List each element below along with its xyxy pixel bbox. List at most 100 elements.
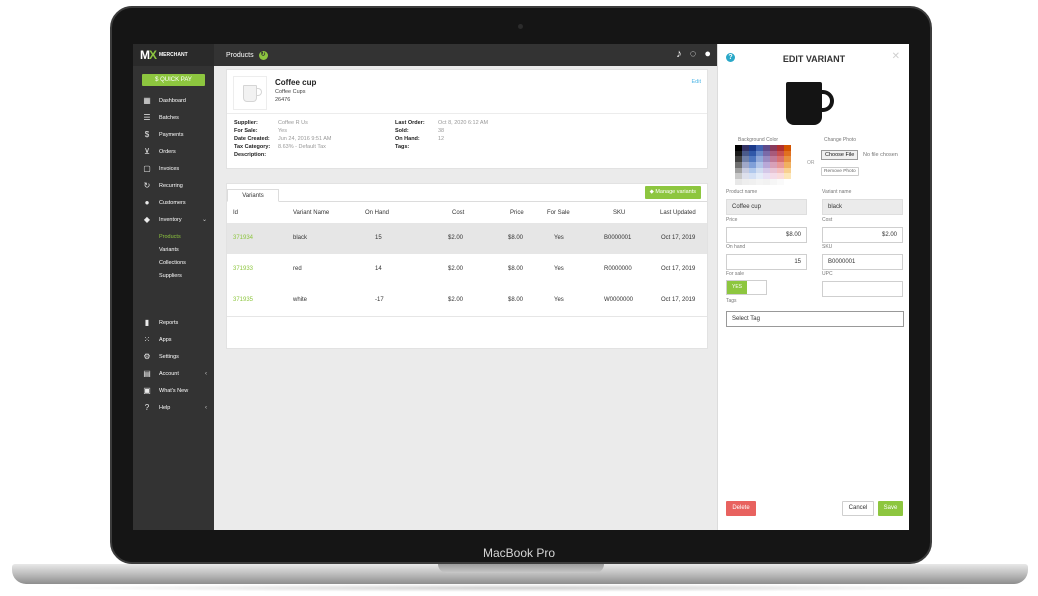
upc-input[interactable] bbox=[822, 281, 903, 297]
cost-input[interactable]: $2.00 bbox=[822, 227, 903, 243]
table-cell: $2.00 bbox=[448, 235, 464, 241]
sidebar-item-inventory[interactable]: ◆ Inventory ⌄ bbox=[133, 211, 214, 228]
sidebar-item-batches[interactable]: ☰ Batches bbox=[133, 109, 214, 126]
variant-id-link[interactable]: 371935 bbox=[233, 297, 253, 303]
table-row[interactable]: 371933 red 14 $2.00 $8.00 Yes R0000000 O… bbox=[227, 254, 707, 285]
column-header[interactable]: For Sale bbox=[547, 210, 570, 216]
column-header[interactable]: Cost bbox=[452, 210, 464, 216]
table-cell: red bbox=[293, 266, 302, 272]
refresh-badge-icon[interactable]: ↻ bbox=[258, 50, 268, 60]
sidebar-item-payments[interactable]: $ Payments bbox=[133, 126, 214, 143]
sidebar-item-recurring[interactable]: ↻ Recurring bbox=[133, 177, 214, 194]
sidebar-subitem-products[interactable]: Products bbox=[133, 231, 214, 244]
color-swatch[interactable] bbox=[784, 179, 791, 185]
sidebar-item-orders[interactable]: ⊻ Orders bbox=[133, 143, 214, 160]
color-swatch[interactable] bbox=[756, 179, 763, 185]
variant-id-link[interactable]: 371933 bbox=[233, 266, 253, 272]
sidebar: MX MERCHANT $ QUICK PAY ▦ Dashboard ☰ Ba… bbox=[133, 44, 214, 530]
close-icon[interactable]: ✕ bbox=[892, 51, 900, 62]
product-name-label: Product name bbox=[726, 189, 758, 195]
brand-logo[interactable]: MX MERCHANT bbox=[133, 44, 214, 66]
sidebar-item-label: Payments bbox=[159, 131, 184, 138]
info-value: Jun 24, 2016 9:51 AM bbox=[278, 136, 332, 142]
table-row[interactable]: 371935 white -17 $2.00 $8.00 Yes W000000… bbox=[227, 285, 707, 316]
laptop-shadow bbox=[40, 584, 1000, 592]
product-name-field: Coffee cup bbox=[726, 199, 807, 215]
delete-button[interactable]: Delete bbox=[726, 501, 756, 516]
manage-variants-button[interactable]: ◆ Manage variants bbox=[644, 186, 701, 199]
sidebar-subitem-collections[interactable]: Collections bbox=[133, 257, 214, 270]
color-swatch[interactable] bbox=[742, 179, 749, 185]
quick-pay-button[interactable]: $ QUICK PAY bbox=[142, 74, 205, 86]
sidebar-item-settings[interactable]: ⚙ Settings bbox=[133, 348, 214, 365]
screenshot-stage: MacBook Pro MX MERCHANT $ QUICK PAY ▦ Da… bbox=[0, 0, 1038, 596]
product-name: Coffee cup bbox=[275, 78, 317, 87]
variant-id-link[interactable]: 371934 bbox=[233, 235, 253, 241]
column-header[interactable]: Variant Name bbox=[293, 210, 329, 216]
sidebar-item-whats-new[interactable]: ▣ What's New bbox=[133, 382, 214, 399]
laptop-notch bbox=[438, 564, 604, 573]
dashboard-icon: ▦ bbox=[143, 96, 151, 105]
column-header[interactable]: Id bbox=[233, 210, 238, 216]
table-cell: R0000000 bbox=[604, 266, 632, 272]
sidebar-item-dashboard[interactable]: ▦ Dashboard bbox=[133, 92, 214, 109]
edit-product-link[interactable]: Edit bbox=[692, 79, 701, 85]
table-cell: 14 bbox=[375, 266, 382, 272]
sidebar-item-label: What's New bbox=[159, 387, 189, 394]
sidebar-subitem-variants[interactable]: Variants bbox=[133, 244, 214, 257]
on-hand-input[interactable]: 15 bbox=[726, 254, 807, 270]
color-swatch[interactable] bbox=[763, 179, 770, 185]
table-divider bbox=[227, 316, 707, 317]
table-cell: white bbox=[293, 297, 308, 303]
info-label: Last Order: bbox=[395, 120, 425, 126]
remove-photo-button[interactable]: Remove Photo bbox=[821, 167, 859, 176]
background-color-label: Background Color bbox=[738, 137, 779, 143]
sidebar-item-customers[interactable]: ● Customers bbox=[133, 194, 214, 211]
toggle-on-label: YES bbox=[727, 281, 747, 294]
product-id: 26476 bbox=[275, 97, 291, 103]
save-button[interactable]: Save bbox=[878, 501, 903, 516]
product-image bbox=[233, 76, 267, 110]
sidebar-subitem-suppliers[interactable]: Suppliers bbox=[133, 270, 214, 283]
sidebar-item-account[interactable]: ▤ Account ‹ bbox=[133, 365, 214, 382]
choose-file-button[interactable]: Choose File bbox=[821, 150, 859, 160]
column-header[interactable]: SKU bbox=[613, 210, 625, 216]
sidebar-item-help[interactable]: ? Help ‹ bbox=[133, 399, 214, 416]
cancel-button[interactable]: Cancel bbox=[842, 501, 874, 516]
price-label: Price bbox=[726, 217, 738, 223]
info-label: On Hand: bbox=[395, 136, 420, 142]
column-header[interactable]: Last Updated bbox=[660, 210, 696, 216]
variant-name-field: black bbox=[822, 199, 903, 215]
sidebar-item-reports[interactable]: ▮ Reports bbox=[133, 314, 214, 331]
topbar-icons: ♪ ◌ ● bbox=[676, 48, 711, 60]
background-color-palette[interactable] bbox=[735, 145, 791, 185]
color-swatch[interactable] bbox=[777, 179, 784, 185]
color-swatch[interactable] bbox=[770, 179, 777, 185]
top-bar: Products ↻ ♪ ◌ ● bbox=[214, 44, 717, 66]
sidebar-item-label: Customers bbox=[159, 199, 186, 206]
price-input[interactable]: $8.00 bbox=[726, 227, 807, 243]
color-swatch[interactable] bbox=[735, 179, 742, 185]
dollar-icon: $ bbox=[144, 130, 150, 139]
lightbulb-icon[interactable]: ◌ bbox=[690, 48, 697, 60]
color-swatch[interactable] bbox=[749, 179, 756, 185]
column-header[interactable]: Price bbox=[510, 210, 524, 216]
table-cell: Oct 17, 2019 bbox=[661, 266, 696, 272]
tags-select[interactable]: Select Tag bbox=[726, 311, 904, 327]
tab-variants[interactable]: Variants bbox=[227, 189, 279, 202]
for-sale-toggle[interactable]: YES bbox=[726, 280, 767, 295]
chevron-left-icon: ‹ bbox=[205, 404, 207, 411]
table-row[interactable]: 371934 black 15 $2.00 $8.00 Yes B0000001… bbox=[227, 223, 707, 254]
table-cell: $8.00 bbox=[508, 297, 524, 303]
sku-input[interactable]: B0000001 bbox=[822, 254, 903, 270]
table-cell: 15 bbox=[375, 235, 382, 241]
sidebar-item-apps[interactable]: ⁙ Apps bbox=[133, 331, 214, 348]
sidebar-item-label: Orders bbox=[159, 148, 176, 155]
store-icon: ▤ bbox=[143, 369, 151, 378]
info-value: 38 bbox=[438, 128, 445, 134]
sidebar-item-invoices[interactable]: ▢ Invoices bbox=[133, 160, 214, 177]
user-icon[interactable]: ● bbox=[704, 48, 711, 60]
grid-icon: ⁙ bbox=[143, 335, 151, 344]
bell-icon[interactable]: ♪ bbox=[676, 48, 682, 60]
column-header[interactable]: On Hand bbox=[365, 210, 389, 216]
